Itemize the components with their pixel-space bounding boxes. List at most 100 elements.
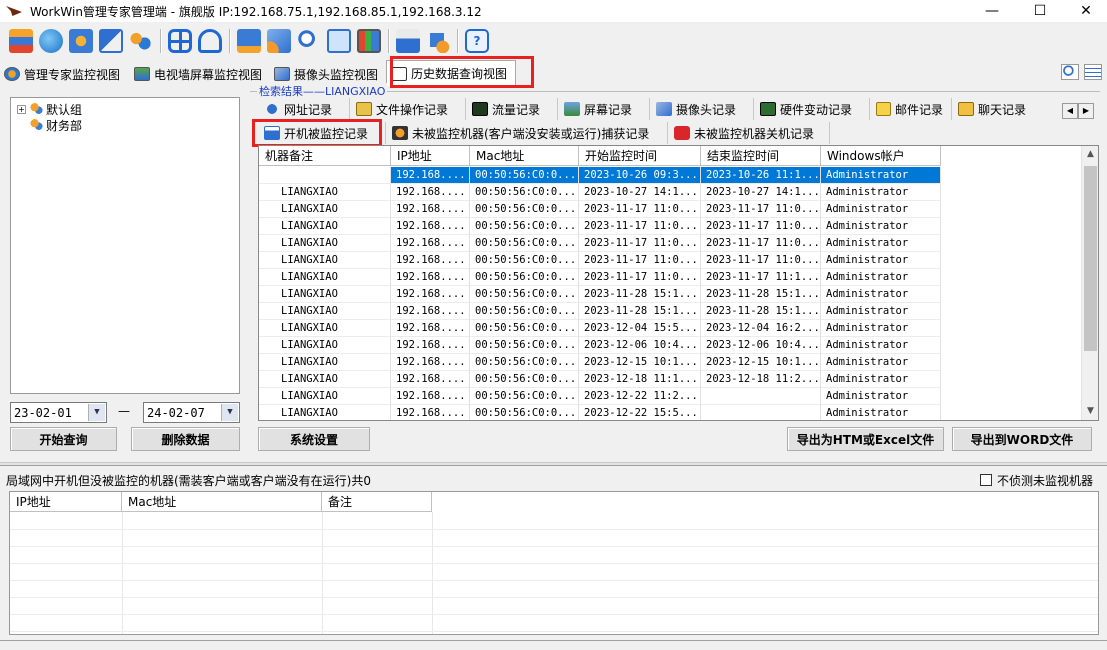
settings-icon[interactable] [69, 29, 93, 53]
tab-file-operation-records[interactable]: 文件操作记录 [350, 98, 466, 120]
start-query-button[interactable]: 开始查询 [10, 427, 117, 451]
tab-chat-records[interactable]: 聊天记录 [952, 98, 1050, 120]
table-cell: LIANGXIAO [259, 388, 391, 405]
tab-label: 历史数据查询视图 [411, 67, 508, 81]
scroll-down-icon[interactable]: ▼ [1082, 403, 1098, 420]
lock-user-icon[interactable] [198, 29, 222, 53]
column-header[interactable]: 机器备注 [259, 146, 391, 166]
table-row[interactable]: LIANGXIAO 192.168.... 00:50:56:C0:0... 2023… [259, 201, 941, 218]
table-cell: 2023-10-26 09:3... [579, 167, 701, 184]
tree-node-finance[interactable]: 财务部 [29, 118, 82, 133]
tab-tv-wall-view[interactable]: 电视墙屏幕监控视图 [130, 62, 270, 86]
tab-hardware-change-records[interactable]: 硬件变动记录 [754, 98, 870, 120]
table-row[interactable]: LIANGXIAO 192.168.... 00:50:56:C0:0... 2023… [259, 371, 941, 388]
tab-manager-monitor-view[interactable]: 管理专家监控视图 [0, 62, 130, 86]
tab-unmonitored-shutdown-records[interactable]: 未被监控机器关机记录 [668, 122, 830, 144]
date-separator: — [118, 404, 130, 418]
tab-history-query-view[interactable]: 历史数据查询视图 [386, 60, 516, 86]
maximize-button[interactable]: ☐ [1017, 0, 1063, 22]
tab-email-records[interactable]: 邮件记录 [870, 98, 952, 120]
url-icon [264, 102, 280, 116]
expand-toggle[interactable]: + [17, 104, 26, 114]
column-header[interactable]: Windows帐户 [821, 146, 941, 166]
table-row[interactable]: LIANGXIAO 192.168.... 00:50:56:C0:0... 2023… [259, 286, 941, 303]
table-row[interactable]: LIANGXIAO 192.168.... 00:50:56:C0:0... 2023… [259, 252, 941, 269]
table-cell: LIANGXIAO [259, 252, 391, 269]
table-cell: 00:50:56:C0:0... [470, 167, 579, 184]
export-word-button[interactable]: 导出到WORD文件 [952, 427, 1092, 451]
help-icon[interactable]: ? [465, 29, 489, 53]
scroll-right-icon[interactable]: ▶ [1078, 103, 1094, 119]
no-detect-checkbox[interactable] [980, 474, 992, 486]
zoom-icon[interactable] [1061, 64, 1079, 80]
close-button[interactable]: ✕ [1063, 0, 1107, 22]
toolbar-separator [388, 29, 389, 53]
chart-monitor-icon[interactable] [357, 29, 381, 53]
tab-traffic-records[interactable]: 流量记录 [466, 98, 558, 120]
feed-icon[interactable] [267, 29, 291, 53]
tree-node-default-group[interactable]: + 默认组 [17, 102, 82, 117]
start-date-picker[interactable]: 23-02-01 ▼ [10, 402, 107, 423]
table-row[interactable]: LIANGXIAO 192.168.... 00:50:56:C0:0... 2023… [259, 235, 941, 252]
window-icon[interactable] [9, 29, 33, 53]
network-icon[interactable] [327, 29, 351, 53]
toolbar-separator [160, 29, 161, 53]
table-row[interactable]: LIANGXIAO 192.168.... 00:50:56:C0:0... 2023… [259, 354, 941, 371]
grid-line [432, 512, 433, 634]
scroll-up-icon[interactable]: ▲ [1082, 146, 1098, 163]
alarm-icon[interactable] [426, 29, 450, 53]
grid-line [10, 614, 1098, 615]
column-header[interactable]: 结束监控时间 [701, 146, 821, 166]
table-row[interactable]: LIANGXIAO 192.168.... 00:50:56:C0:0... 2023… [259, 184, 941, 201]
column-header[interactable]: 开始监控时间 [579, 146, 701, 166]
column-header[interactable]: IP地址 [391, 146, 470, 166]
minimize-button[interactable]: — [969, 0, 1015, 22]
table-row[interactable]: LIANGXIAO 192.168.... 00:50:56:C0:0... 2023… [259, 405, 941, 420]
tab-label: 聊天记录 [978, 102, 1027, 117]
grid-line [10, 597, 1098, 598]
users-settings-icon[interactable] [129, 29, 153, 53]
screen-check-icon[interactable] [237, 29, 261, 53]
system-settings-button[interactable]: 系统设置 [258, 427, 370, 451]
scrollbar-thumb[interactable] [1084, 166, 1097, 351]
chevron-down-icon[interactable]: ▼ [88, 404, 105, 421]
table-cell: 2023-11-28 15:1... [579, 303, 701, 320]
result-title: 检索结果——LIANGXIAO [257, 83, 388, 99]
grid-vertical-scrollbar[interactable]: ▲ ▼ [1081, 146, 1098, 420]
delete-data-button[interactable]: 删除数据 [131, 427, 240, 451]
tab-unmonitored-capture-records[interactable]: 未被监控机器(客户端没安装或运行)捕获记录 [386, 122, 668, 144]
column-header[interactable]: Mac地址 [470, 146, 579, 166]
inspect-icon[interactable] [297, 29, 321, 53]
tab-screen-records[interactable]: 屏幕记录 [558, 98, 650, 120]
table-cell: 2023-11-28 15:1... [701, 286, 821, 303]
table-row[interactable]: LIANGXIAO 192.168.... 00:50:56:C0:0... 2023… [259, 337, 941, 354]
table-cell: 192.168.... [391, 201, 470, 218]
traffic-icon [472, 102, 488, 116]
table-row[interactable]: LIANGXIAO 192.168.... 00:50:56:C0:0... 2023… [259, 167, 941, 184]
grid-icon[interactable] [168, 29, 192, 53]
table-row[interactable]: LIANGXIAO 192.168.... 00:50:56:C0:0... 2023… [259, 388, 941, 405]
column-header[interactable]: 备注 [322, 492, 432, 512]
table-cell: 192.168.... [391, 286, 470, 303]
table-row[interactable]: LIANGXIAO 192.168.... 00:50:56:C0:0... 2023… [259, 320, 941, 337]
end-date-picker[interactable]: 24-02-07 ▼ [143, 402, 240, 423]
chevron-down-icon[interactable]: ▼ [221, 404, 238, 421]
ip-config-icon[interactable] [396, 29, 420, 53]
table-row[interactable]: LIANGXIAO 192.168.... 00:50:56:C0:0... 2023… [259, 218, 941, 235]
column-header[interactable]: Mac地址 [122, 492, 322, 512]
table-row[interactable]: LIANGXIAO 192.168.... 00:50:56:C0:0... 2023… [259, 269, 941, 286]
export-htm-excel-button[interactable]: 导出为HTM或Excel文件 [787, 427, 944, 451]
tab-boot-monitored-records[interactable]: 开机被监控记录 [258, 122, 386, 144]
tab-url-records[interactable]: 网址记录 [258, 98, 350, 120]
power-icon [674, 126, 690, 140]
tab-camera-records[interactable]: 摄像头记录 [650, 98, 754, 120]
column-header[interactable]: IP地址 [10, 492, 122, 512]
table-row[interactable]: LIANGXIAO 192.168.... 00:50:56:C0:0... 2023… [259, 303, 941, 320]
globe-icon[interactable] [39, 29, 63, 53]
panel-splitter[interactable] [0, 462, 1107, 466]
list-view-icon[interactable] [1084, 64, 1102, 80]
search-help-icon[interactable] [99, 29, 123, 53]
table-cell: 192.168.... [391, 388, 470, 405]
table-cell: Administrator [821, 252, 941, 269]
scroll-left-icon[interactable]: ◀ [1062, 103, 1078, 119]
